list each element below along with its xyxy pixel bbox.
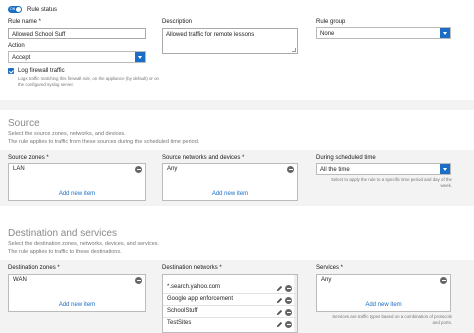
list-item: Any xyxy=(317,275,450,286)
description-label: Description xyxy=(162,19,193,25)
source-networks-list[interactable]: Any Add new item xyxy=(162,163,298,201)
destination-networks-list[interactable]: *.search.yahoo.com Google app enforcemen… xyxy=(162,274,298,333)
log-traffic-label: Log firewall traffic xyxy=(18,68,65,74)
services-list[interactable]: Any Add new item xyxy=(316,274,451,312)
remove-icon[interactable] xyxy=(135,277,142,284)
chevron-down-icon xyxy=(135,52,145,62)
edit-icon[interactable] xyxy=(276,297,283,304)
section-divider xyxy=(0,100,474,110)
services-hint: Services are traffic types based on a co… xyxy=(332,314,452,325)
rule-group-value: None xyxy=(320,31,335,37)
list-item: *.search.yahoo.com xyxy=(163,282,297,293)
remove-icon[interactable] xyxy=(135,166,142,173)
list-item: TestSites xyxy=(163,318,297,329)
source-networks-label: Source networks and devices * xyxy=(162,155,245,161)
add-destination-zone-link[interactable]: Add new item xyxy=(9,302,145,308)
schedule-select[interactable]: All the time xyxy=(316,163,451,175)
rule-name-input[interactable]: Allowed School Suff xyxy=(8,28,146,39)
action-select[interactable]: Accept xyxy=(8,51,146,63)
add-service-link[interactable]: Add new item xyxy=(317,302,450,308)
edit-icon[interactable] xyxy=(276,309,283,316)
destination-zones-list[interactable]: WAN Add new item xyxy=(8,274,146,312)
remove-icon[interactable] xyxy=(285,309,292,316)
rule-group-select[interactable]: None xyxy=(316,27,451,39)
log-traffic-checkbox[interactable] xyxy=(8,68,14,74)
list-item: Any xyxy=(163,164,297,175)
add-source-zone-link[interactable]: Add new item xyxy=(9,191,145,197)
toggle-on-text: ON xyxy=(10,7,16,11)
action-label: Action xyxy=(8,43,25,49)
rule-status-toggle[interactable]: ON xyxy=(8,6,22,13)
description-textarea[interactable]: Allowed traffic for remote lessons xyxy=(162,28,298,54)
destination-zones-label: Destination zones * xyxy=(8,265,60,271)
edit-icon[interactable] xyxy=(276,321,283,328)
resize-grip-icon[interactable] xyxy=(292,48,296,52)
description-value: Allowed traffic for remote lessons xyxy=(166,32,255,38)
source-desc-2: The rule applies to traffic from these s… xyxy=(8,139,200,145)
source-section-title: Source xyxy=(8,118,40,129)
schedule-label: During scheduled time xyxy=(316,155,376,161)
source-zones-label: Source zones * xyxy=(8,155,49,161)
rule-status-label: Rule status xyxy=(27,7,58,13)
remove-icon[interactable] xyxy=(285,321,292,328)
remove-icon[interactable] xyxy=(285,285,292,292)
remove-icon[interactable] xyxy=(285,297,292,304)
chevron-down-icon xyxy=(440,28,450,38)
action-value: Accept xyxy=(12,55,31,61)
source-desc-1: Select the source zones, networks, and d… xyxy=(8,131,126,137)
log-traffic-hint: Logs traffic matching this firewall rule… xyxy=(18,76,159,87)
chevron-down-icon xyxy=(440,164,450,174)
list-item: SchoolStuff xyxy=(163,306,297,317)
rule-name-label: Rule name * xyxy=(8,19,42,25)
schedule-value: All the time xyxy=(320,167,350,173)
remove-icon[interactable] xyxy=(440,277,447,284)
remove-icon[interactable] xyxy=(287,166,294,173)
schedule-hint: Select to apply the rule to a specific t… xyxy=(330,177,452,188)
rule-group-label: Rule group xyxy=(316,19,346,25)
list-item: WAN xyxy=(9,275,145,286)
list-item: LAN xyxy=(9,164,145,175)
edit-icon[interactable] xyxy=(276,285,283,292)
add-source-network-link[interactable]: Add new item xyxy=(163,191,297,197)
services-label: Services * xyxy=(316,265,344,271)
source-zones-list[interactable]: LAN Add new item xyxy=(8,163,146,201)
list-item: Google app enforcement xyxy=(163,294,297,305)
destination-desc-1: Select the destination zones, networks, … xyxy=(8,241,160,247)
destination-networks-label: Destination networks * xyxy=(162,265,222,271)
destination-section-title: Destination and services xyxy=(8,228,117,239)
destination-desc-2: The rule applies to traffic to these des… xyxy=(8,249,122,255)
